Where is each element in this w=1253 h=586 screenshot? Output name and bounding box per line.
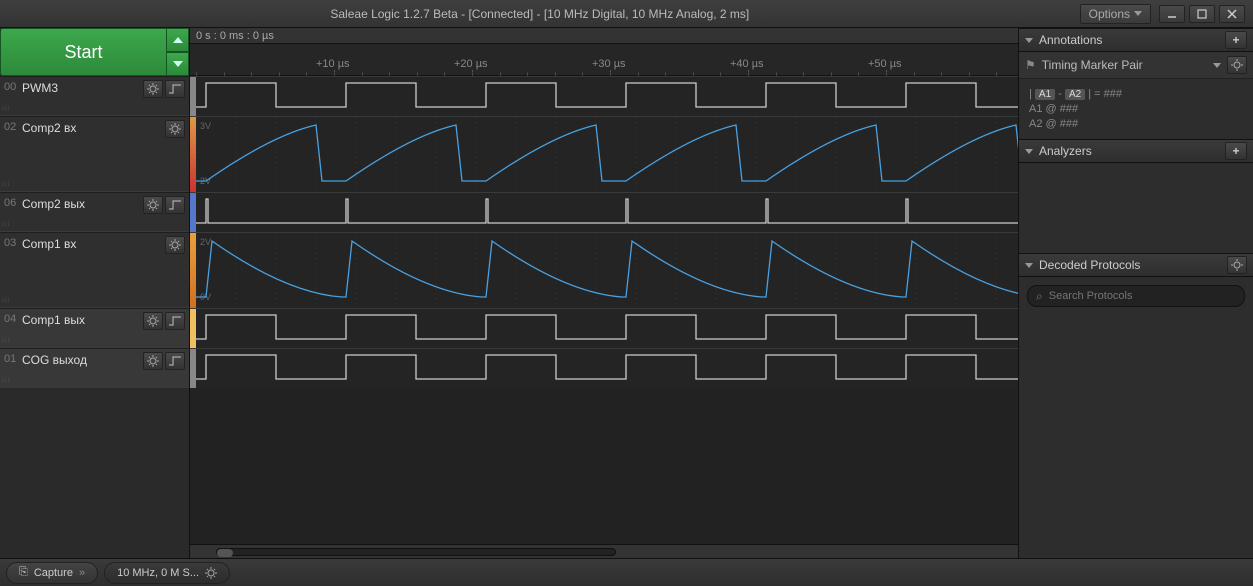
- channel-settings-button[interactable]: [143, 196, 163, 214]
- capture-settings-tab[interactable]: 10 MHz, 0 M S...: [104, 562, 230, 584]
- waveform-area[interactable]: 0 s : 0 ms : 0 µs +10 µs +20 µs +30 µs +40 …: [190, 28, 1018, 558]
- drag-grip-icon[interactable]: ፧፧፧: [2, 219, 11, 229]
- channel-name: Comp1 вх: [22, 233, 165, 251]
- channel-row[interactable]: 00 PWM3 ፧፧፧: [0, 76, 189, 116]
- channel-index: 02: [0, 117, 22, 133]
- chevron-down-icon: [1134, 11, 1142, 16]
- chevron-down-icon: [1025, 263, 1033, 268]
- channel-index: 04: [0, 309, 22, 325]
- analyzers-title: Analyzers: [1039, 144, 1225, 158]
- waveform-lane[interactable]: [190, 192, 1018, 232]
- capture-icon: ⎘: [19, 566, 28, 579]
- channel-trigger-button[interactable]: [165, 312, 185, 330]
- horizontal-scrollbar[interactable]: [190, 544, 1018, 558]
- channel-index: 06: [0, 193, 22, 209]
- scrollbar-thumb[interactable]: [217, 549, 233, 557]
- search-icon: ⌕: [1036, 289, 1043, 304]
- channel-index: 01: [0, 349, 22, 365]
- protocol-search[interactable]: ⌕: [1027, 285, 1245, 307]
- channel-row[interactable]: 04 Comp1 вых ፧፧፧: [0, 308, 189, 348]
- start-button[interactable]: Start: [0, 28, 167, 76]
- waveform-lane[interactable]: [190, 76, 1018, 116]
- channel-row[interactable]: 01 COG выход ፧፧፧: [0, 348, 189, 388]
- marker-settings-button[interactable]: [1227, 56, 1247, 74]
- marker-a1-line: A1 @ ###: [1029, 103, 1243, 115]
- channel-name: Comp1 вых: [22, 309, 143, 327]
- channel-name: Comp2 вх: [22, 117, 165, 135]
- channel-settings-button[interactable]: [143, 312, 163, 330]
- waveform-lane[interactable]: [190, 308, 1018, 348]
- options-label: Options: [1089, 7, 1130, 21]
- maximize-button[interactable]: [1189, 5, 1215, 23]
- drag-grip-icon[interactable]: ፧፧፧: [2, 375, 11, 385]
- marker-diff-line: | A1 - A2 | = ###: [1029, 88, 1243, 100]
- channel-name: COG выход: [22, 349, 143, 367]
- decoded-title: Decoded Protocols: [1039, 258, 1227, 272]
- chevron-down-icon: [1025, 149, 1033, 154]
- waveform-lane[interactable]: [190, 348, 1018, 388]
- drag-grip-icon[interactable]: ፧፧፧: [2, 295, 11, 305]
- channel-settings-button[interactable]: [143, 352, 163, 370]
- capture-settings-label: 10 MHz, 0 M S...: [117, 567, 199, 579]
- capture-label: Capture: [34, 567, 73, 579]
- marker-a2-line: A2 @ ###: [1029, 118, 1243, 130]
- channel-name: Comp2 вых: [22, 193, 143, 211]
- ruler-tick: +10 µs: [316, 58, 350, 70]
- channel-trigger-button[interactable]: [165, 80, 185, 98]
- window-title: Saleae Logic 1.2.7 Beta - [Connected] - …: [270, 7, 810, 21]
- drag-grip-icon[interactable]: ፧፧፧: [2, 103, 11, 113]
- channel-row[interactable]: 02 Comp2 вх ፧፧፧: [0, 116, 189, 192]
- channel-settings-button[interactable]: [165, 236, 185, 254]
- start-down-button[interactable]: [167, 52, 189, 76]
- close-button[interactable]: [1219, 5, 1245, 23]
- protocol-search-input[interactable]: [1049, 290, 1236, 302]
- channel-name: PWM3: [22, 77, 143, 95]
- add-annotation-button[interactable]: +: [1225, 31, 1247, 49]
- annotations-header[interactable]: Annotations +: [1019, 28, 1253, 52]
- start-up-button[interactable]: [167, 28, 189, 52]
- ruler-tick: +40 µs: [730, 58, 764, 70]
- channel-row[interactable]: 06 Comp2 вых ፧፧፧: [0, 192, 189, 232]
- ruler-tick: +30 µs: [592, 58, 626, 70]
- gear-icon: [205, 567, 217, 579]
- right-panel: Annotations + ⚑ Timing Marker Pair | A1 …: [1018, 28, 1253, 558]
- ruler-tick: +50 µs: [868, 58, 902, 70]
- chevron-right-icon: »: [79, 567, 85, 579]
- channel-index: 03: [0, 233, 22, 249]
- analyzers-header[interactable]: Analyzers +: [1019, 139, 1253, 163]
- chevron-down-icon: [1025, 38, 1033, 43]
- drag-grip-icon[interactable]: ፧፧፧: [2, 179, 11, 189]
- marker-pair-label: Timing Marker Pair: [1042, 58, 1207, 72]
- timing-marker-row[interactable]: ⚑ Timing Marker Pair: [1019, 52, 1253, 79]
- bottom-bar: ⎘ Capture » 10 MHz, 0 M S...: [0, 558, 1253, 586]
- channel-trigger-button[interactable]: [165, 352, 185, 370]
- drag-grip-icon[interactable]: ፧፧፧: [2, 335, 11, 345]
- time-position: 0 s : 0 ms : 0 µs: [190, 28, 1018, 44]
- decoded-header[interactable]: Decoded Protocols: [1019, 253, 1253, 277]
- marker-flag-icon: ⚑: [1025, 58, 1036, 72]
- channel-trigger-button[interactable]: [165, 196, 185, 214]
- channel-settings-button[interactable]: [165, 120, 185, 138]
- decoded-settings-button[interactable]: [1227, 256, 1247, 274]
- capture-tab[interactable]: ⎘ Capture »: [6, 562, 98, 584]
- channel-settings-button[interactable]: [143, 80, 163, 98]
- channel-index: 00: [0, 77, 22, 93]
- waveform-lane[interactable]: 3V2V: [190, 116, 1018, 192]
- channel-row[interactable]: 03 Comp1 вх ፧፧፧: [0, 232, 189, 308]
- titlebar: Saleae Logic 1.2.7 Beta - [Connected] - …: [0, 0, 1253, 28]
- chevron-down-icon: [1213, 63, 1221, 68]
- waveform-lane[interactable]: 2V0V: [190, 232, 1018, 308]
- channel-sidebar: Start 00 PWM3 ፧፧፧02 Comp2 вх ፧፧፧06 Comp2…: [0, 28, 190, 558]
- minimize-button[interactable]: [1159, 5, 1185, 23]
- ruler-tick: +20 µs: [454, 58, 488, 70]
- add-analyzer-button[interactable]: +: [1225, 142, 1247, 160]
- time-ruler[interactable]: +10 µs +20 µs +30 µs +40 µs +50 µs: [190, 44, 1018, 76]
- options-button[interactable]: Options: [1080, 4, 1151, 24]
- annotations-title: Annotations: [1039, 33, 1225, 47]
